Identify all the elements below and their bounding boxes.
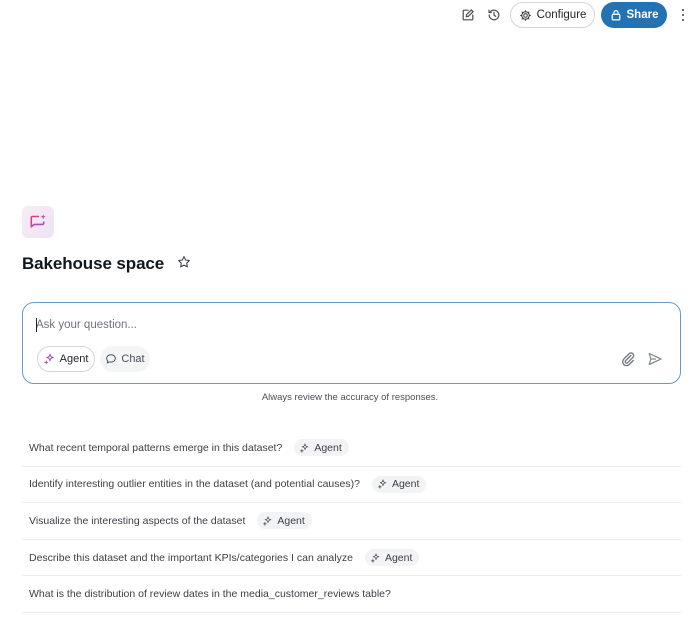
suggestion-item[interactable]: Identify interesting outlier entities in… xyxy=(22,467,681,504)
gear-icon xyxy=(519,9,531,21)
agent-chip: Agent xyxy=(294,439,349,457)
history-icon[interactable] xyxy=(485,6,503,24)
configure-label: Configure xyxy=(536,9,587,21)
space-logo-icon xyxy=(22,206,54,238)
agent-chip-label: Agent xyxy=(384,551,413,564)
lock-icon xyxy=(611,10,620,21)
suggestion-item[interactable]: What recent temporal patterns emerge in … xyxy=(22,430,681,467)
edit-icon[interactable] xyxy=(459,6,477,24)
agent-sparkle-icon xyxy=(300,443,309,453)
suggestion-item[interactable]: Visualize the interesting aspects of the… xyxy=(22,503,681,540)
more-options-icon[interactable] xyxy=(676,6,690,24)
agent-chip: Agent xyxy=(371,475,427,493)
question-input[interactable] xyxy=(36,317,636,333)
agent-chip-label: Agent xyxy=(391,478,420,491)
ask-box: Agent Chat xyxy=(22,302,681,384)
paperclip-icon[interactable] xyxy=(620,351,636,367)
suggestion-text: Identify interesting outlier entities in… xyxy=(29,478,360,491)
suggestion-list: What recent temporal patterns emerge in … xyxy=(22,430,681,613)
suggestion-text: What is the distribution of review dates… xyxy=(29,588,391,601)
configure-button[interactable]: Configure xyxy=(510,2,595,28)
text-caret xyxy=(36,318,37,332)
chat-bubble-icon xyxy=(106,354,117,364)
suggestion-text: Visualize the interesting aspects of the… xyxy=(29,514,246,527)
agent-chip: Agent xyxy=(257,512,312,530)
send-icon[interactable] xyxy=(647,351,663,367)
agent-sparkle-icon xyxy=(263,516,272,526)
agent-sparkle-icon xyxy=(371,553,380,563)
star-icon[interactable] xyxy=(177,255,191,269)
agent-chip-label: Agent xyxy=(277,514,305,527)
agent-mode-button[interactable]: Agent xyxy=(37,346,95,372)
share-label: Share xyxy=(626,9,659,21)
agent-mode-label: Agent xyxy=(59,353,89,365)
chat-mode-button[interactable]: Chat xyxy=(100,346,150,372)
agent-sparkle-icon xyxy=(43,353,54,365)
disclaimer-text: Always review the accuracy of responses. xyxy=(261,392,439,403)
suggestion-item[interactable]: Describe this dataset and the important … xyxy=(22,540,681,577)
agent-sparkle-icon xyxy=(378,479,387,489)
chat-mode-label: Chat xyxy=(121,353,145,365)
agent-chip-label: Agent xyxy=(314,441,342,454)
suggestion-text: Describe this dataset and the important … xyxy=(29,551,353,564)
page-title: Bakehouse space xyxy=(22,254,165,273)
suggestion-text: What recent temporal patterns emerge in … xyxy=(29,441,283,454)
share-button[interactable]: Share xyxy=(601,2,667,28)
suggestion-item[interactable]: What is the distribution of review dates… xyxy=(22,576,681,613)
agent-chip: Agent xyxy=(364,549,420,567)
